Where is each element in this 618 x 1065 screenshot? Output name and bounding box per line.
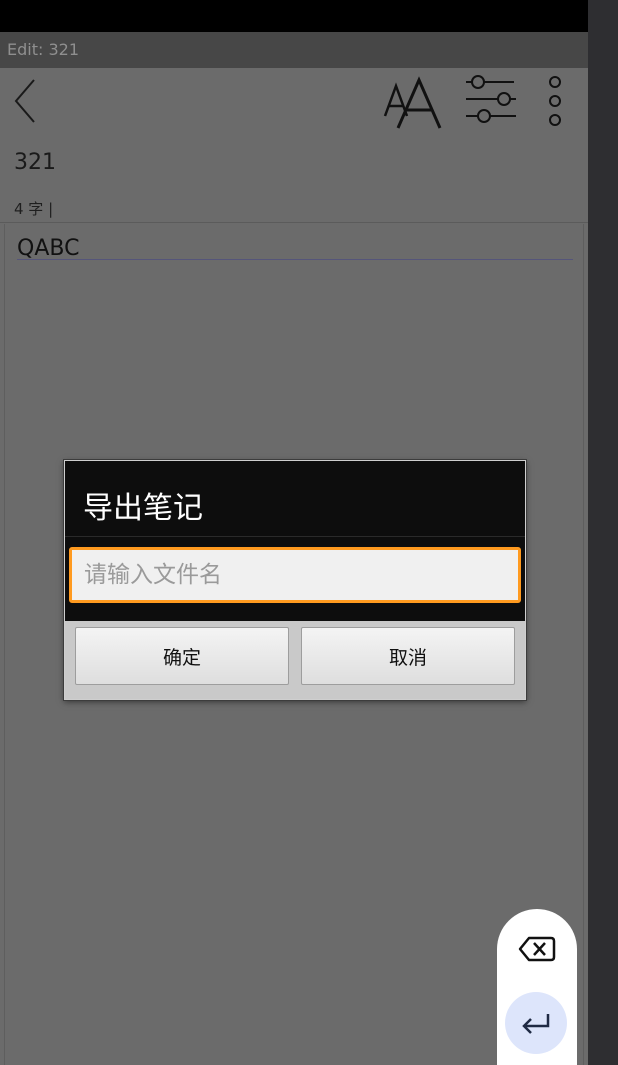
backspace-icon[interactable] xyxy=(517,929,557,969)
export-dialog: 导出笔记 确定 取消 xyxy=(64,460,526,700)
enter-arrow-icon xyxy=(522,1014,550,1034)
dialog-divider xyxy=(65,536,525,537)
confirm-button[interactable]: 确定 xyxy=(75,627,289,685)
word-count: 4 字 | xyxy=(14,200,54,218)
more-vertical-icon[interactable] xyxy=(545,74,565,130)
window-title: Edit: 321 xyxy=(7,40,79,59)
sliders-icon[interactable] xyxy=(464,72,520,128)
screen-edge xyxy=(588,0,618,1065)
note-title[interactable]: 321 xyxy=(14,150,56,175)
keyboard-action-pill xyxy=(497,909,577,1065)
header-divider xyxy=(0,222,588,223)
dialog-button-bar: 确定 取消 xyxy=(65,621,525,699)
status-bar xyxy=(0,0,588,32)
note-content[interactable]: QABC xyxy=(17,236,79,261)
font-size-icon[interactable] xyxy=(382,76,442,130)
toolbar xyxy=(0,68,588,140)
title-bar: Edit: 321 xyxy=(0,32,588,68)
enter-button[interactable] xyxy=(505,992,567,1054)
editor-underline xyxy=(17,259,573,260)
dialog-header: 导出笔记 xyxy=(65,461,525,621)
cancel-button[interactable]: 取消 xyxy=(301,627,515,685)
dialog-title: 导出笔记 xyxy=(83,491,203,526)
chevron-left-icon[interactable] xyxy=(10,76,40,126)
filename-input[interactable] xyxy=(69,547,521,603)
app-screen: Edit: 321 321 4 字 | QABC 导出笔记 请输入文件名 确定 … xyxy=(0,0,588,1065)
